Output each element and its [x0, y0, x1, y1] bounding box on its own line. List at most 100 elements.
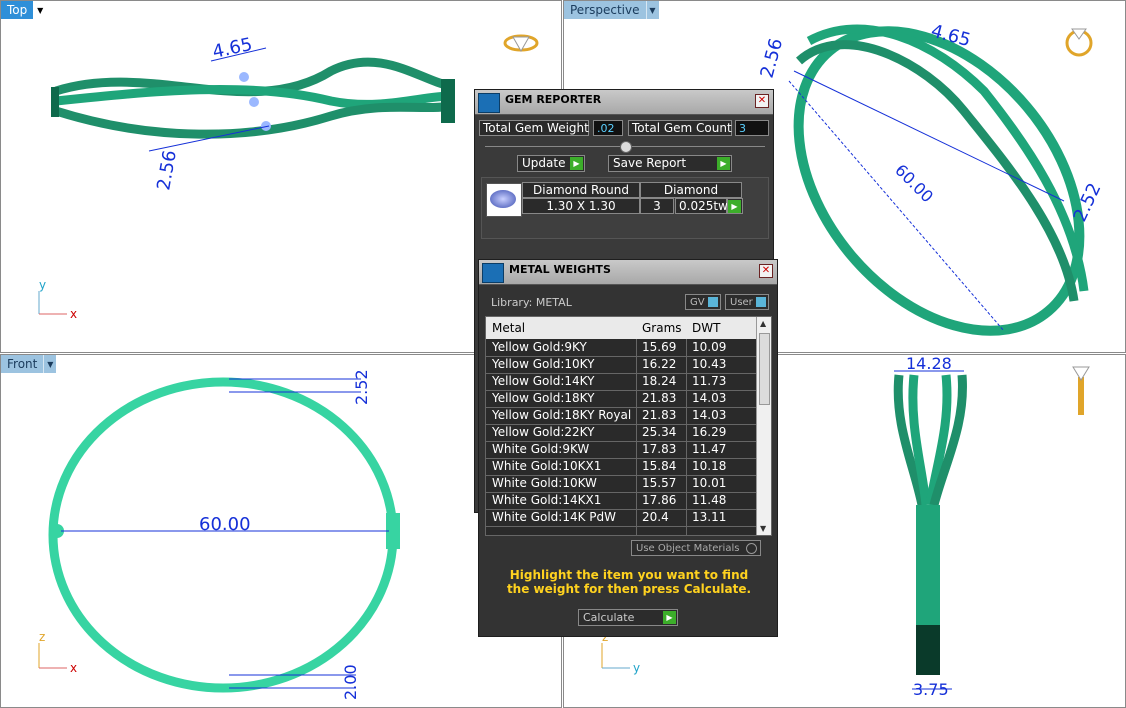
user-toggle[interactable]: User	[725, 294, 769, 310]
axis-label: y	[39, 278, 46, 292]
gem-reporter-icon	[478, 93, 500, 113]
table-cell-metal: White Gold:14K PdW	[492, 510, 617, 524]
table-row[interactable]: White Gold:14K PdW 20.4 13.11	[486, 509, 756, 527]
metal-weights-table[interactable]: Metal Grams DWT Yellow Gold:9KY 15.69 10.0…	[485, 316, 772, 536]
close-icon[interactable]: ✕	[759, 264, 773, 278]
vertical-scrollbar[interactable]: ▲ ▼	[756, 317, 771, 535]
column-header-dwt[interactable]: DWT	[692, 321, 720, 335]
table-row[interactable]: Yellow Gold:9KY 15.69 10.09	[486, 339, 756, 357]
save-report-button[interactable]: Save Report ▶	[608, 155, 732, 172]
instruction-text: Highlight the item you want to find the …	[506, 568, 752, 596]
table-row[interactable]: Yellow Gold:22KY 25.34 16.29	[486, 424, 756, 442]
table-cell-grams: 18.24	[642, 374, 677, 388]
table-cell-grams: 16.22	[642, 357, 677, 371]
panel-title: METAL WEIGHTS	[509, 263, 611, 276]
dimension-label: 60.00	[891, 160, 937, 206]
gem-qty: 3	[640, 198, 674, 214]
dimension-label: 2.56	[153, 149, 181, 192]
table-cell-grams: 15.84	[642, 459, 677, 473]
total-gem-count-label: Total Gem Count	[628, 120, 732, 136]
table-cell-metal: Yellow Gold:22KY	[492, 425, 595, 439]
ring-end	[441, 79, 455, 123]
toggle-label: GV	[690, 297, 705, 308]
table-row[interactable]: Yellow Gold:18KY Royal 21.83 14.03	[486, 407, 756, 425]
play-icon: ▶	[570, 157, 583, 170]
ring-shank	[916, 625, 940, 675]
table-cell-dwt: 14.03	[692, 391, 727, 405]
table-row[interactable]: White Gold:10KX1 15.84 10.18	[486, 458, 756, 476]
table-cell-dwt: 11.47	[692, 442, 727, 456]
button-label: Calculate	[583, 611, 635, 624]
calculate-button[interactable]: Calculate ▶	[578, 609, 678, 626]
gem	[261, 121, 271, 131]
gem-thumbnail[interactable]	[486, 183, 522, 217]
ring-icon	[1065, 28, 1093, 57]
column-header-grams[interactable]: Grams	[642, 321, 682, 335]
table-cell-metal: Yellow Gold:9KY	[492, 340, 587, 354]
table-cell-metal: Yellow Gold:14KY	[492, 374, 595, 388]
table-cell-dwt: 10.43	[692, 357, 727, 371]
dimension-label: 60.00	[199, 514, 251, 535]
button-label: Update	[522, 156, 566, 170]
toggle-label: User	[730, 297, 753, 308]
table-cell-grams: 17.83	[642, 442, 677, 456]
table-row[interactable]: White Gold:14KX1 17.86 11.48	[486, 492, 756, 510]
diamond-icon	[490, 190, 516, 208]
gem-weight: 0.025tw	[675, 198, 728, 214]
slider-track[interactable]	[485, 141, 765, 153]
gem-detail-button[interactable]: ▶	[727, 198, 743, 214]
dimension-label: 2.56	[757, 36, 788, 80]
table-row[interactable]: Yellow Gold:18KY 21.83 14.03	[486, 390, 756, 408]
table-cell-metal: White Gold:10KX1	[492, 459, 602, 473]
dimension-label: 14.28	[906, 355, 952, 373]
gem-size: 1.30 X 1.30	[522, 198, 640, 214]
table-row[interactable]: White Gold:10KW 15.57 10.01	[486, 475, 756, 493]
toggle-label: Use Object Materials	[636, 543, 740, 554]
table-cell-metal: White Gold:14KX1	[492, 493, 602, 507]
scroll-thumb[interactable]	[759, 333, 770, 405]
update-button[interactable]: Update ▶	[517, 155, 585, 172]
play-icon: ▶	[717, 157, 730, 170]
gv-toggle[interactable]: GV	[685, 294, 721, 310]
gem	[249, 97, 259, 107]
table-cell-grams: 21.83	[642, 408, 677, 422]
gem-list[interactable]: Diamond Round Diamond 1.30 X 1.30 3 0.02…	[481, 177, 769, 239]
ring-band	[54, 101, 452, 139]
table-row[interactable]: Yellow Gold:10KY 16.22 10.43	[486, 356, 756, 374]
use-object-materials-toggle[interactable]: Use Object Materials	[631, 540, 761, 556]
radio-icon	[746, 543, 757, 554]
close-icon[interactable]: ✕	[755, 94, 769, 108]
table-row[interactable]: White Gold:9KW 17.83 11.47	[486, 441, 756, 459]
scroll-down-icon[interactable]: ▼	[760, 524, 766, 533]
total-gem-count-value[interactable]: 3	[735, 120, 769, 136]
table-cell-dwt: 14.03	[692, 408, 727, 422]
column-header-metal[interactable]: Metal	[492, 321, 525, 335]
table-cell-grams: 17.86	[642, 493, 677, 507]
scroll-up-icon[interactable]: ▲	[760, 319, 766, 328]
metal-weights-titlebar[interactable]: METAL WEIGHTS ✕	[479, 260, 777, 285]
panel-title: GEM REPORTER	[505, 93, 602, 106]
axis-label: x	[70, 661, 77, 675]
table-cell-dwt: 13.11	[692, 510, 727, 524]
dimension-label: 2.52	[352, 369, 371, 405]
table-cell-grams: 20.4	[642, 510, 669, 524]
table-row[interactable]: Yellow Gold:14KY 18.24 11.73	[486, 373, 756, 391]
slider-thumb[interactable]	[620, 141, 632, 153]
table-cell-dwt: 11.73	[692, 374, 727, 388]
table-cell-dwt: 10.01	[692, 476, 727, 490]
axis-label: z	[39, 630, 45, 644]
ring-icon	[503, 34, 539, 53]
total-gem-weight-value[interactable]: .02	[593, 120, 623, 136]
table-cell-dwt: 10.18	[692, 459, 727, 473]
dimension-label: 4.65	[211, 34, 255, 63]
table-cell-grams: 15.57	[642, 476, 677, 490]
gem-reporter-titlebar[interactable]: GEM REPORTER ✕	[475, 90, 773, 115]
dimension-line	[793, 70, 1065, 202]
gem-type: Diamond	[640, 182, 742, 198]
metal-weights-panel[interactable]: METAL WEIGHTS ✕ Library: METAL GV User M…	[478, 259, 778, 637]
table-cell-grams: 15.69	[642, 340, 677, 354]
dimension-label: 4.65	[929, 21, 973, 52]
gem-name: Diamond Round	[522, 182, 640, 198]
ring-end	[51, 87, 59, 117]
play-icon: ▶	[728, 200, 741, 213]
